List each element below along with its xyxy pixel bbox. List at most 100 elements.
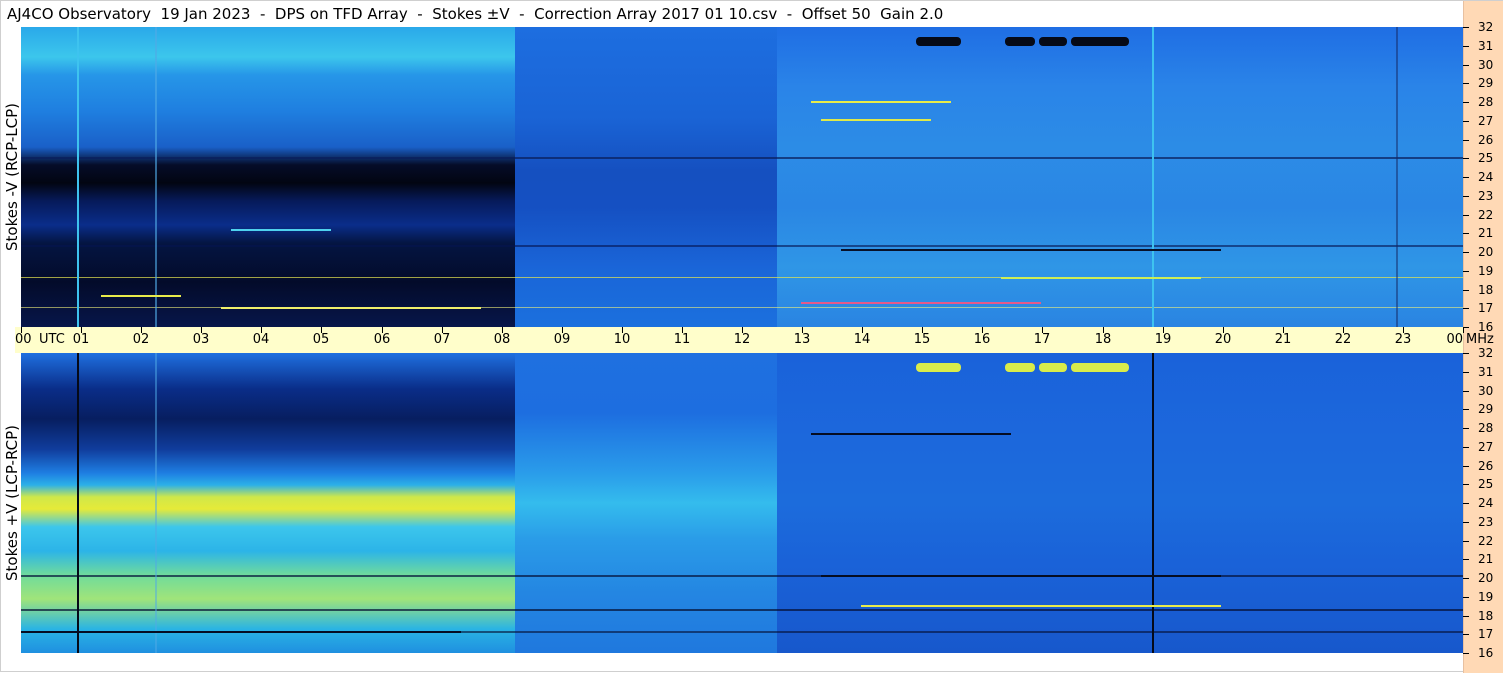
utc-label: 06: [373, 332, 391, 347]
bottom-mhz-label: 18: [1478, 609, 1494, 623]
mhz-tick: [1463, 233, 1469, 234]
mhz-tick: [1463, 653, 1469, 654]
spectrogram-streak: [811, 101, 951, 103]
utc-label: 08: [493, 332, 511, 347]
bottom-mhz-label: 23: [1478, 515, 1494, 529]
mhz-tick: [1463, 27, 1469, 28]
mhz-tick: [1463, 327, 1469, 328]
mhz-tick: [1463, 409, 1469, 410]
bottom-mhz-label: 27: [1478, 440, 1494, 454]
utc-label: 09: [553, 332, 571, 347]
utc-label: 02: [132, 332, 150, 347]
mhz-tick: [1463, 616, 1469, 617]
spectrogram-streak: [1001, 277, 1201, 279]
spectrogram-streak: [811, 433, 1011, 435]
spectrogram-burst: [1005, 363, 1035, 372]
top-mhz-label: 29: [1478, 76, 1494, 90]
mhz-tick: [1463, 290, 1469, 291]
mhz-tick: [1463, 503, 1469, 504]
top-mhz-label: 18: [1478, 283, 1494, 297]
utc-label: 10: [613, 332, 631, 347]
spectrogram-region: [21, 353, 515, 653]
bottom-mhz-label: 30: [1478, 384, 1494, 398]
mhz-tick: [1463, 196, 1469, 197]
mhz-tick: [1463, 353, 1469, 354]
utc-label: 13: [793, 332, 811, 347]
bottom-mhz-label: 22: [1478, 534, 1494, 548]
bottom-mhz-label: 21: [1478, 552, 1494, 566]
utc-label: 04: [252, 332, 270, 347]
spectrogram-band: [21, 157, 1463, 159]
mhz-tick: [1463, 391, 1469, 392]
mhz-tick: [1463, 522, 1469, 523]
page-title: AJ4CO Observatory 19 Jan 2023 - DPS on T…: [7, 5, 944, 23]
spectrogram-streak: [21, 631, 461, 633]
top-mhz-label: 26: [1478, 133, 1494, 147]
top-mhz-label: 32: [1478, 20, 1494, 34]
utc-label: 01: [72, 332, 90, 347]
spectrogram-burst: [1005, 37, 1035, 46]
spectrogram-band: [21, 575, 1463, 577]
bottom-mhz-label: 29: [1478, 402, 1494, 416]
mhz-tick: [1463, 83, 1469, 84]
spectrogram-band: [21, 277, 1463, 278]
mhz-tick: [1463, 634, 1469, 635]
utc-word-label: UTC: [39, 332, 65, 347]
utc-label: 11: [673, 332, 691, 347]
mhz-tick: [1463, 428, 1469, 429]
spectrogram-region: [777, 27, 1463, 327]
utc-label: 21: [1274, 332, 1292, 347]
spectrogram-streak: [861, 605, 1221, 607]
spectrogram-bottom-panel[interactable]: [21, 353, 1463, 653]
top-mhz-label: 28: [1478, 95, 1494, 109]
mhz-tick: [1463, 46, 1469, 47]
utc-label: 18: [1094, 332, 1112, 347]
bottom-mhz-label: 24: [1478, 496, 1494, 510]
mhz-tick: [1463, 597, 1469, 598]
utc-label: 12: [733, 332, 751, 347]
mhz-tick: [1463, 372, 1469, 373]
bottom-mhz-label: 20: [1478, 571, 1494, 585]
utc-label: 19: [1154, 332, 1172, 347]
top-mhz-label: 16: [1478, 320, 1494, 334]
spectrogram-band: [21, 609, 1463, 611]
mhz-tick: [1463, 177, 1469, 178]
utc-label: 17: [1033, 332, 1051, 347]
mhz-tick: [1463, 559, 1469, 560]
spectrogram-top-panel[interactable]: [21, 27, 1463, 327]
top-panel-ylabel: Stokes -V (RCP-LCP): [3, 103, 21, 251]
utc-label: 22: [1334, 332, 1352, 347]
mhz-tick: [1463, 484, 1469, 485]
top-mhz-label: 22: [1478, 208, 1494, 222]
spectrogram-region: [515, 27, 777, 327]
bottom-mhz-label: 31: [1478, 365, 1494, 379]
top-panel-ylabel-box: Stokes -V (RCP-LCP): [1, 27, 23, 327]
top-mhz-label: 20: [1478, 245, 1494, 259]
mhz-tick: [1463, 158, 1469, 159]
top-mhz-label: 24: [1478, 170, 1494, 184]
spectrogram-burst: [1039, 363, 1067, 372]
spectrogram-band: [21, 245, 1463, 247]
spectrogram-burst: [916, 363, 961, 372]
top-mhz-label: 25: [1478, 151, 1494, 165]
spectrogram-burst: [1071, 37, 1129, 46]
spectrogram-streak: [801, 302, 1041, 304]
mhz-tick: [1463, 447, 1469, 448]
top-mhz-label: 19: [1478, 264, 1494, 278]
mhz-tick: [1463, 578, 1469, 579]
utc-label: 15: [913, 332, 931, 347]
bottom-mhz-label: 19: [1478, 590, 1494, 604]
top-mhz-label: 27: [1478, 114, 1494, 128]
mhz-tick: [1463, 140, 1469, 141]
mhz-tick: [1463, 102, 1469, 103]
bottom-mhz-label: 17: [1478, 627, 1494, 641]
spectrogram-streak: [821, 575, 1221, 577]
mhz-tick: [1463, 121, 1469, 122]
spectrogram-region: [21, 27, 515, 327]
spectrogram-vertical-line: [77, 353, 79, 653]
spectrogram-region: [777, 353, 1463, 653]
bottom-mhz-label: 28: [1478, 421, 1494, 435]
top-mhz-label: 31: [1478, 39, 1494, 53]
mhz-tick: [1463, 466, 1469, 467]
spectrogram-streak: [841, 249, 1221, 251]
